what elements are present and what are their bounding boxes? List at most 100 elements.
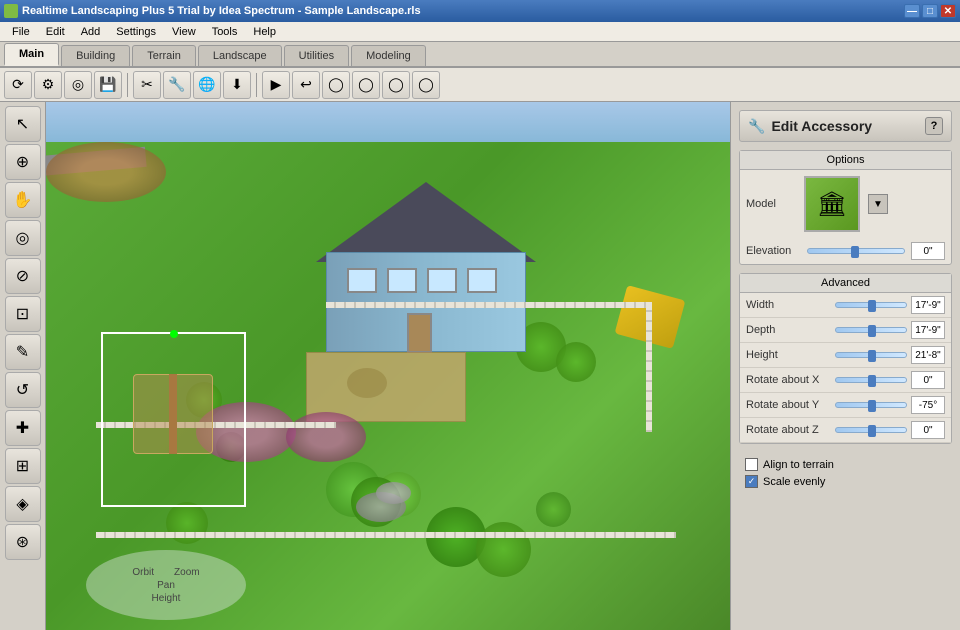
prop-slider-thumb-4[interactable] <box>868 400 876 412</box>
advanced-header: Advanced <box>740 274 951 293</box>
height-label: Height <box>152 593 181 604</box>
options-header: Options <box>740 151 951 170</box>
zoom-label: Zoom <box>174 567 200 578</box>
tab-main[interactable]: Main <box>4 43 59 66</box>
menu-item-settings[interactable]: Settings <box>108 24 164 40</box>
sidebar-tool-0[interactable]: ↖ <box>5 106 41 142</box>
prop-row-5: Rotate about Z 0" <box>740 418 951 443</box>
prop-slider-5[interactable] <box>835 427 907 433</box>
menu-item-tools[interactable]: Tools <box>204 24 246 40</box>
toolbar-btn-1[interactable]: ⚙ <box>34 71 62 99</box>
sidebar-tool-10[interactable]: ◈ <box>5 486 41 522</box>
toolbar-btn-8[interactable]: ▶ <box>262 71 290 99</box>
sidebar-tool-4[interactable]: ⊘ <box>5 258 41 294</box>
prop-row-2: Height21'-8" <box>740 343 951 368</box>
prop-value-1[interactable]: 17'-9" <box>911 321 945 339</box>
flower-bed-2 <box>286 412 366 462</box>
maximize-button[interactable]: □ <box>922 4 938 18</box>
sidebar-tool-1[interactable]: ⊕ <box>5 144 41 180</box>
prop-slider-thumb-1[interactable] <box>868 325 876 337</box>
sidebar-tool-9[interactable]: ⊞ <box>5 448 41 484</box>
prop-slider-thumb-0[interactable] <box>868 300 876 312</box>
prop-label-4: Rotate about Y <box>746 399 831 411</box>
model-icon: 🏛 <box>817 190 847 219</box>
toolbar-btn-10[interactable]: ◯ <box>322 71 350 99</box>
toolbar-btn-2[interactable]: ◎ <box>64 71 92 99</box>
model-preview[interactable]: 🏛 <box>804 176 860 232</box>
edit-accessory-header: 🔧 Edit Accessory ? <box>739 110 952 142</box>
edit-accessory-title: 🔧 Edit Accessory <box>748 118 872 135</box>
sidebar-tool-11[interactable]: ⊛ <box>5 524 41 560</box>
toolbar-separator-3 <box>127 73 128 97</box>
model-dropdown-button[interactable]: ▼ <box>868 194 888 214</box>
prop-value-3[interactable]: 0" <box>911 371 945 389</box>
tab-modeling[interactable]: Modeling <box>351 45 426 66</box>
title-bar: Realtime Landscaping Plus 5 Trial by Ide… <box>0 0 960 22</box>
sidebar-tool-8[interactable]: ✚ <box>5 410 41 446</box>
toolbar-btn-6[interactable]: 🌐 <box>193 71 221 99</box>
tree-12 <box>536 492 571 527</box>
sidebar-tool-3[interactable]: ◎ <box>5 220 41 256</box>
toolbar-btn-4[interactable]: ✂ <box>133 71 161 99</box>
viewport[interactable]: Orbit Zoom Pan Height <box>46 102 730 630</box>
prop-slider-thumb-3[interactable] <box>868 375 876 387</box>
minimize-button[interactable]: — <box>904 4 920 18</box>
elevation-value[interactable]: 0" <box>911 242 945 260</box>
prop-slider-thumb-5[interactable] <box>868 425 876 437</box>
tab-terrain[interactable]: Terrain <box>132 45 196 66</box>
sidebar-tool-7[interactable]: ↺ <box>5 372 41 408</box>
elevation-slider-thumb[interactable] <box>851 246 859 258</box>
right-panel: 🔧 Edit Accessory ? Options Model 🏛 ▼ Ele… <box>730 102 960 630</box>
elevation-slider[interactable] <box>807 248 905 254</box>
toolbar-btn-3[interactable]: 💾 <box>94 71 122 99</box>
tree-11 <box>476 522 531 577</box>
prop-slider-1[interactable] <box>835 327 907 333</box>
help-button[interactable]: ? <box>925 117 943 135</box>
tab-utilities[interactable]: Utilities <box>284 45 349 66</box>
menu-item-add[interactable]: Add <box>73 24 109 40</box>
toolbar-btn-12[interactable]: ◯ <box>382 71 410 99</box>
options-section: Options Model 🏛 ▼ Elevation 0" <box>739 150 952 265</box>
prop-label-1: Depth <box>746 324 831 336</box>
prop-row-1: Depth 17'-9" <box>740 318 951 343</box>
toolbar: ⟳⚙◎💾✂🔧🌐⬇▶↩◯◯◯◯ <box>0 68 960 102</box>
menu-item-view[interactable]: View <box>164 24 204 40</box>
elevation-row: Elevation 0" <box>740 238 951 264</box>
toolbar-btn-9[interactable]: ↩ <box>292 71 320 99</box>
toolbar-btn-7[interactable]: ⬇ <box>223 71 251 99</box>
toolbar-btn-11[interactable]: ◯ <box>352 71 380 99</box>
menu-bar: FileEditAddSettingsViewToolsHelp <box>0 22 960 42</box>
sidebar-tool-2[interactable]: ✋ <box>5 182 41 218</box>
tab-landscape[interactable]: Landscape <box>198 45 282 66</box>
prop-label-5: Rotate about Z <box>746 424 831 436</box>
menu-item-file[interactable]: File <box>4 24 38 40</box>
sidebar-tool-5[interactable]: ⊡ <box>5 296 41 332</box>
prop-slider-0[interactable] <box>835 302 907 308</box>
title-bar-buttons: — □ ✕ <box>904 4 956 18</box>
toolbar-btn-0[interactable]: ⟳ <box>4 71 32 99</box>
edit-accessory-icon: 🔧 <box>748 118 765 135</box>
checkbox-1[interactable] <box>745 475 758 488</box>
fence-vertical-1 <box>646 302 652 432</box>
sidebar-tool-6[interactable]: ✎ <box>5 334 41 370</box>
checkbox-label-0: Align to terrain <box>763 459 834 471</box>
prop-value-5[interactable]: 0" <box>911 421 945 439</box>
title-bar-text: Realtime Landscaping Plus 5 Trial by Ide… <box>22 5 421 17</box>
close-button[interactable]: ✕ <box>940 4 956 18</box>
menu-item-edit[interactable]: Edit <box>38 24 73 40</box>
prop-slider-4[interactable] <box>835 402 907 408</box>
tab-building[interactable]: Building <box>61 45 130 66</box>
menu-item-help[interactable]: Help <box>245 24 284 40</box>
prop-value-4[interactable]: -75° <box>911 396 945 414</box>
prop-slider-thumb-2[interactable] <box>868 350 876 362</box>
toolbar-btn-13[interactable]: ◯ <box>412 71 440 99</box>
prop-value-0[interactable]: 17'-9" <box>911 296 945 314</box>
checkbox-0[interactable] <box>745 458 758 471</box>
prop-value-2[interactable]: 21'-8" <box>911 346 945 364</box>
gazebo-selection-box <box>101 332 246 507</box>
toolbar-btn-5[interactable]: 🔧 <box>163 71 191 99</box>
nav-row-1: Orbit Zoom <box>132 567 199 578</box>
selection-handle <box>170 330 178 338</box>
prop-slider-3[interactable] <box>835 377 907 383</box>
prop-slider-2[interactable] <box>835 352 907 358</box>
